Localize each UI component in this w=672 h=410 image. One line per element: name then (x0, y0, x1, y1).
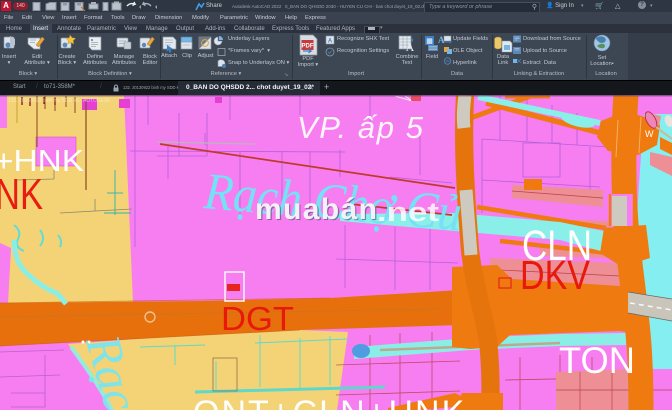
svg-text:DGT: DGT (221, 300, 294, 337)
svg-text:W: W (645, 129, 654, 139)
svg-text:ONT+CLN+HNK: ONT+CLN+HNK (193, 394, 466, 410)
svg-text:muabán: muabán (255, 193, 377, 226)
svg-text:A: A (328, 39, 333, 45)
svg-text:NK: NK (0, 170, 43, 219)
svg-text:TON: TON (559, 340, 635, 381)
svg-text:.net: .net (377, 197, 439, 227)
svg-text:DKV: DKV (520, 252, 591, 298)
svg-text:VP. ấp 5: VP. ấp 5 (297, 110, 425, 145)
svg-text:▦: ▦ (426, 38, 433, 45)
svg-text:A: A (406, 40, 415, 54)
svg-text:132. 20130922 binh my SDD k5 -: 132. 20130922 binh my SDD k5 - AUTODESK (8, 98, 111, 104)
svg-text:PDF: PDF (302, 44, 314, 50)
